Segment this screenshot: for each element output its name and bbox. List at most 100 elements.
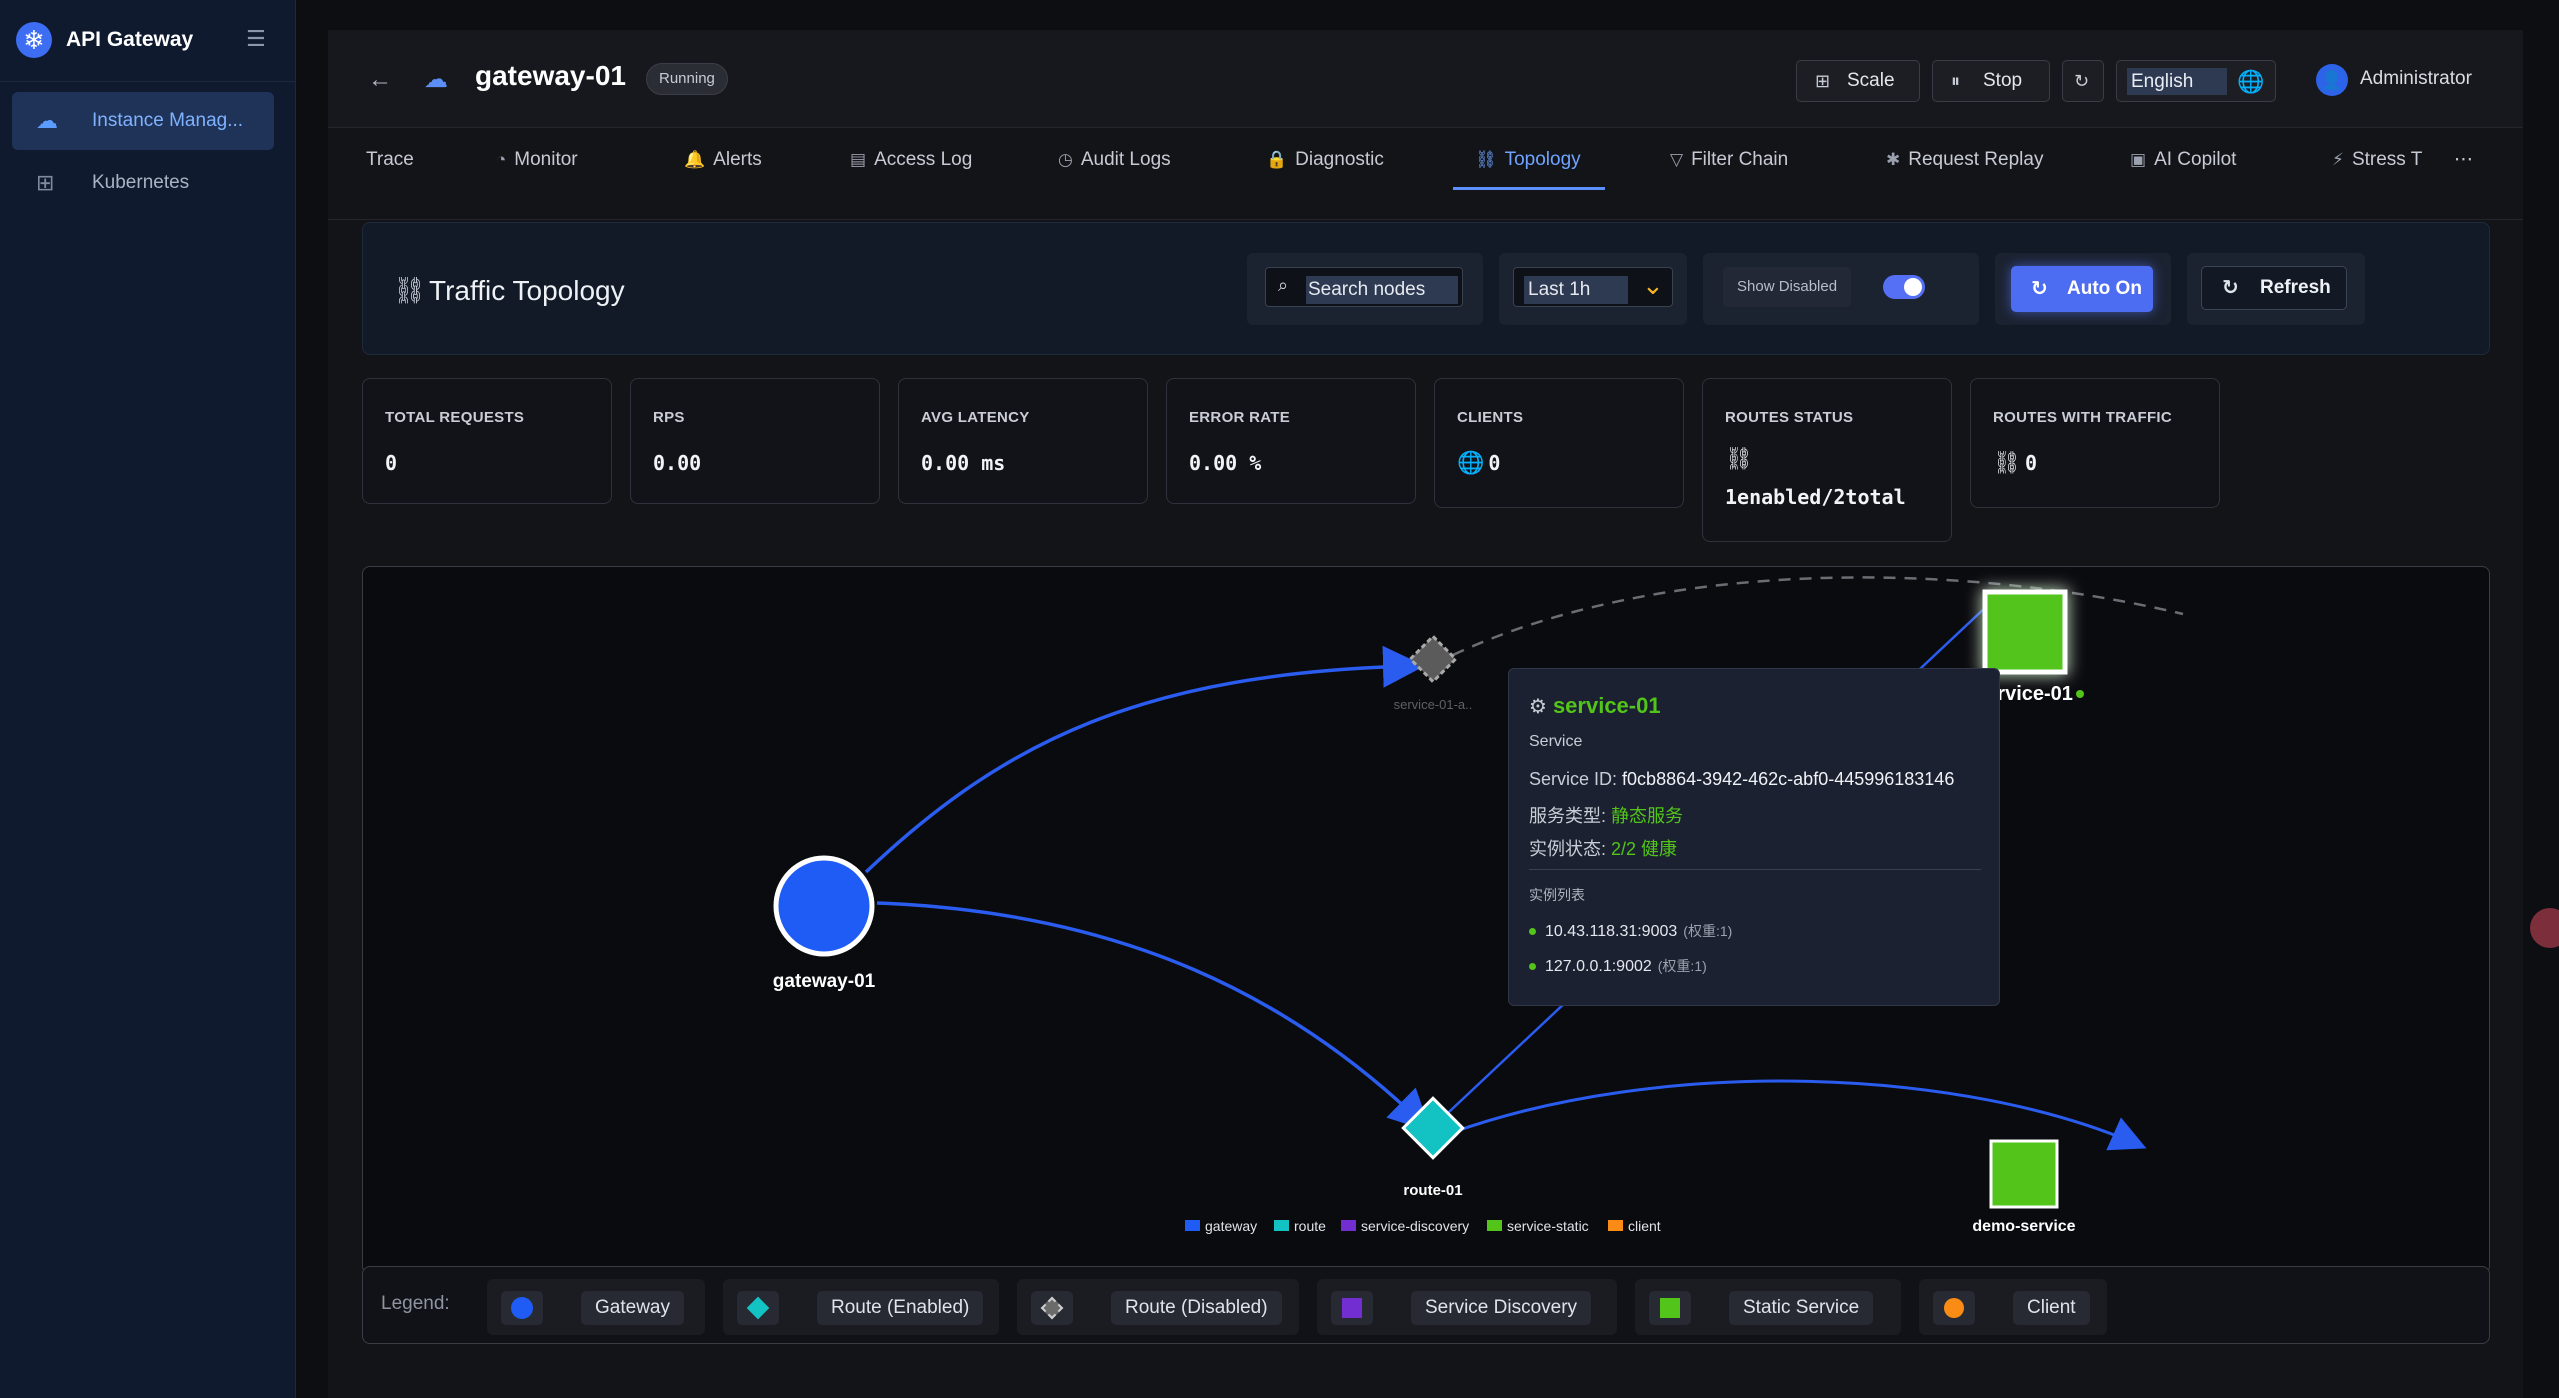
tab-filter-chain[interactable]: ▽ Filter Chain: [1670, 128, 1788, 220]
stat-label: ROUTES STATUS: [1725, 409, 1854, 426]
time-range-box: Last 1h ⌄: [1499, 253, 1687, 325]
reload-icon: ↻: [2074, 71, 2090, 91]
gateway-swatch: [501, 1291, 543, 1325]
reload-button[interactable]: ↻: [2062, 60, 2104, 102]
stat-routes-status: ROUTES STATUS ⛓ 1enabled/2total: [1702, 378, 1952, 542]
floating-assistant-icon[interactable]: [2530, 908, 2559, 948]
scale-button[interactable]: ⊞ Scale: [1796, 60, 1920, 102]
instance-state-label: 实例状态:: [1529, 839, 1607, 859]
stat-value: 0.00: [653, 451, 702, 475]
avatar[interactable]: 👤: [2316, 64, 2348, 96]
api-icon: ⛓: [1993, 451, 2021, 476]
main-content: ← ☁ gateway-01 Running ⊞ Scale ⏸ Stop ↻ …: [328, 30, 2523, 1398]
topology-toolbar: ⛓ Traffic Topology ⌕ Search nodes Last 1…: [362, 222, 2490, 355]
stat-value: 0: [1488, 451, 1501, 475]
mini-legend-swatch-service-static: [1487, 1220, 1502, 1231]
instance-weight: (权重:1): [1683, 923, 1733, 939]
back-arrow-icon[interactable]: ←: [368, 66, 392, 94]
route-disabled-node[interactable]: [1408, 634, 1458, 684]
tab-ai-copilot[interactable]: ▣ AI Copilot: [2130, 128, 2236, 220]
instance-address: 127.0.0.1:9002: [1545, 958, 1652, 975]
stat-routes-with-traffic: ROUTES WITH TRAFFIC ⛓ 0: [1970, 378, 2220, 508]
search-box: ⌕ Search nodes: [1247, 253, 1483, 325]
dashboard-icon: ◔: [496, 150, 507, 169]
stat-avg-latency: AVG LATENCY 0.00 ms: [898, 378, 1148, 504]
lock-icon: 🔒: [1266, 150, 1288, 169]
legend-item-static-service: Static Service: [1635, 1279, 1901, 1335]
tab-label: Topology: [1504, 149, 1581, 170]
demo-service-node[interactable]: [1989, 1139, 2059, 1209]
tab-monitor[interactable]: ◔ Monitor: [496, 128, 578, 220]
auto-refresh-button[interactable]: ↻ Auto On: [2011, 266, 2153, 312]
sidebar-item-instance-management[interactable]: ☁ Instance Manag...: [12, 92, 274, 150]
stat-total-requests: TOTAL REQUESTS 0: [362, 378, 612, 504]
mini-legend-swatch-route: [1274, 1220, 1289, 1231]
mini-legend-service-static: service-static: [1507, 1218, 1589, 1234]
legend-bar: Legend: Gateway Route (Enabled) Route (D…: [362, 1266, 2490, 1344]
brand: ❄ API Gateway ☰: [0, 0, 296, 82]
chevron-down-icon: ⌄: [1642, 270, 1664, 300]
stop-label: Stop: [1983, 70, 2023, 91]
mini-legend-service-discovery: service-discovery: [1361, 1218, 1469, 1234]
topology-canvas[interactable]: gateway-01 service-01-a.. route-01 servi…: [362, 566, 2490, 1274]
auto-refresh-box: ↻ Auto On: [1995, 253, 2171, 325]
tab-label: Filter Chain: [1691, 149, 1789, 170]
stat-value: 0: [385, 451, 398, 475]
tab-access-log[interactable]: ▤ Access Log: [850, 128, 972, 220]
edge-route-disabled-to-service: [1452, 576, 2184, 657]
tab-stress-test[interactable]: ⚡ Stress T: [2332, 128, 2422, 220]
edge-route-to-demo-service: [1450, 1079, 2147, 1151]
stat-value: 0.00 %: [1189, 451, 1262, 475]
more-tabs-icon[interactable]: ⋯: [2454, 128, 2473, 220]
robot-icon: ▣: [2130, 150, 2147, 169]
search-placeholder: Search nodes: [1306, 276, 1458, 304]
stat-label: ROUTES WITH TRAFFIC: [1993, 409, 2173, 426]
service-01-node[interactable]: [1982, 589, 2068, 675]
instance-item: 10.43.118.31:9003 (权重:1): [1528, 921, 1733, 941]
legend-item-label: Route (Disabled): [1111, 1291, 1282, 1325]
stat-value-row: 🌐 0: [1457, 451, 1500, 476]
legend-label: Legend:: [381, 1293, 450, 1314]
tab-label: AI Copilot: [2154, 149, 2237, 170]
topology-icon: ⛓: [1475, 150, 1497, 169]
tab-topology[interactable]: ⛓ Topology: [1475, 128, 1581, 220]
tab-alerts[interactable]: 🔔 Alerts: [684, 128, 762, 220]
file-icon: ▤: [850, 150, 867, 169]
time-range-select[interactable]: Last 1h ⌄: [1513, 267, 1673, 307]
tab-bar: Trace ◔ Monitor 🔔 Alerts ▤ Access Log ◷ Audi…: [328, 128, 2523, 220]
sync-icon: ↻: [2031, 278, 2048, 300]
tab-label: Diagnostic: [1295, 149, 1384, 170]
show-disabled-toggle[interactable]: [1883, 275, 1925, 299]
tab-request-replay[interactable]: ✱ Request Replay: [1886, 128, 2043, 220]
sidebar: ❄ API Gateway ☰ ☁ Instance Manag... ⊞ Ku…: [0, 0, 296, 1398]
mini-legend-route: route: [1294, 1218, 1326, 1234]
cloud-server-icon: ☁: [36, 108, 58, 133]
mini-legend: gateway route service-discovery service-…: [1185, 1218, 1661, 1234]
edge-gateway-to-route-disabled: [864, 645, 1425, 874]
search-input[interactable]: ⌕ Search nodes: [1265, 267, 1463, 307]
sidebar-item-kubernetes[interactable]: ⊞ Kubernetes: [12, 154, 274, 212]
client-swatch: [1933, 1291, 1975, 1325]
menu-fold-icon[interactable]: ☰: [246, 26, 266, 52]
service-kind-label: 服务类型:: [1529, 806, 1607, 826]
sidebar-item-label: Kubernetes: [92, 172, 190, 193]
tab-trace[interactable]: Trace: [366, 128, 414, 220]
legend-item-route-enabled: Route (Enabled): [723, 1279, 999, 1335]
show-disabled-label: Show Disabled: [1723, 267, 1852, 307]
global-icon: 🌐: [1457, 451, 1485, 476]
stat-value: 1enabled/2total: [1725, 485, 1906, 509]
mini-legend-swatch-service-discovery: [1341, 1220, 1356, 1231]
auto-label: Auto On: [2067, 278, 2142, 299]
tab-audit-logs[interactable]: ◷ Audit Logs: [1058, 128, 1171, 220]
route-enabled-swatch: [737, 1291, 779, 1325]
gateway-node[interactable]: [773, 855, 875, 957]
tooltip-title-row: ⚙ service-01: [1529, 693, 1661, 719]
stat-label: ERROR RATE: [1189, 409, 1291, 426]
tab-diagnostic[interactable]: 🔒 Diagnostic: [1266, 128, 1384, 220]
language-select[interactable]: English 🌐: [2116, 60, 2276, 102]
api-icon: ⛓: [393, 275, 427, 305]
refresh-button[interactable]: ↻ Refresh: [2201, 266, 2347, 310]
stop-button[interactable]: ⏸ Stop: [1932, 60, 2050, 102]
user-name[interactable]: Administrator: [2360, 68, 2472, 90]
tooltip-type: Service: [1529, 733, 1583, 750]
